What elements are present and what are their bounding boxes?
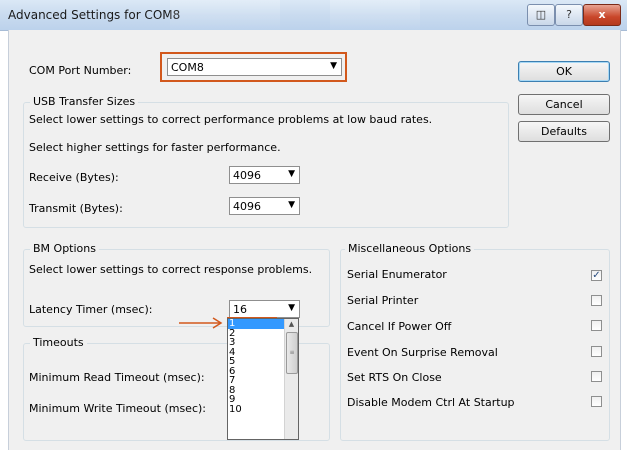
event-on-surprise-removal-checkbox[interactable] (591, 346, 602, 357)
help-button[interactable]: ? (555, 4, 583, 26)
com-port-label: COM Port Number: (29, 64, 132, 77)
chevron-down-icon: ▼ (288, 200, 295, 210)
dropdown-scrollbar[interactable]: ▲ ≡ (284, 319, 298, 439)
timeouts-title: Timeouts (30, 336, 87, 349)
set-rts-on-close-label: Set RTS On Close (347, 371, 442, 384)
serial-printer-checkbox[interactable] (591, 295, 602, 306)
set-rts-on-close-checkbox[interactable] (591, 371, 602, 382)
bm-options-title: BM Options (30, 242, 99, 255)
window-title: Advanced Settings for COM8 (8, 8, 181, 22)
usb-transfer-title: USB Transfer Sizes (30, 95, 139, 108)
title-bar-glass (170, 0, 280, 30)
serial-printer-label: Serial Printer (347, 294, 419, 307)
min-write-timeout-label: Minimum Write Timeout (msec): (29, 402, 206, 415)
title-bar-glass (330, 0, 420, 30)
cancel-button[interactable]: Cancel (518, 94, 610, 115)
latency-timer-dropdown-list[interactable]: 1 2 3 4 5 6 7 8 9 10 ▲ ≡ (227, 318, 299, 440)
usb-transfer-hint-high: Select higher settings for faster perfor… (29, 141, 281, 154)
dialog-body: COM Port Number: COM8 ▼ OK Cancel Defaul… (8, 30, 621, 450)
scroll-thumb[interactable]: ≡ (286, 332, 298, 374)
annotation-underline (227, 317, 277, 318)
chevron-down-icon: ▼ (288, 169, 295, 179)
disable-modem-ctrl-label: Disable Modem Ctrl At Startup (347, 396, 515, 409)
defaults-button[interactable]: Defaults (518, 121, 610, 142)
serial-enumerator-checkbox[interactable]: ✓ (591, 270, 602, 281)
latency-timer-label: Latency Timer (msec): (29, 303, 153, 316)
usb-transfer-hint-low: Select lower settings to correct perform… (29, 113, 433, 126)
ok-button[interactable]: OK (518, 61, 610, 82)
min-read-timeout-label: Minimum Read Timeout (msec): (29, 371, 205, 384)
cancel-if-power-off-checkbox[interactable] (591, 320, 602, 331)
checkmark-icon: ✓ (592, 270, 601, 281)
title-bar: Advanced Settings for COM8 ◫ ? x (0, 0, 627, 31)
close-button[interactable]: x (583, 4, 621, 26)
latency-timer-value: 16 (233, 303, 247, 316)
transmit-value: 4096 (233, 200, 261, 213)
chevron-down-icon: ▼ (330, 61, 337, 71)
event-on-surprise-removal-label: Event On Surprise Removal (347, 346, 498, 359)
receive-label: Receive (Bytes): (29, 171, 119, 184)
com-port-select[interactable]: COM8 ▼ (167, 58, 342, 76)
annotation-arrow-icon (179, 317, 223, 329)
serial-enumerator-label: Serial Enumerator (347, 268, 447, 281)
receive-select[interactable]: 4096 ▼ (229, 166, 300, 184)
chevron-down-icon: ▼ (288, 303, 295, 313)
misc-options-title: Miscellaneous Options (345, 242, 475, 255)
com-port-value: COM8 (171, 61, 204, 74)
transmit-select[interactable]: 4096 ▼ (229, 197, 300, 215)
cancel-if-power-off-label: Cancel If Power Off (347, 320, 452, 333)
latency-timer-select[interactable]: 16 ▼ (229, 300, 300, 318)
bm-options-hint: Select lower settings to correct respons… (29, 263, 313, 276)
transmit-label: Transmit (Bytes): (29, 202, 123, 215)
receive-value: 4096 (233, 169, 261, 182)
system-menu-icon[interactable]: ◫ (527, 4, 555, 26)
disable-modem-ctrl-checkbox[interactable] (591, 396, 602, 407)
scroll-up-icon[interactable]: ▲ (285, 319, 298, 330)
